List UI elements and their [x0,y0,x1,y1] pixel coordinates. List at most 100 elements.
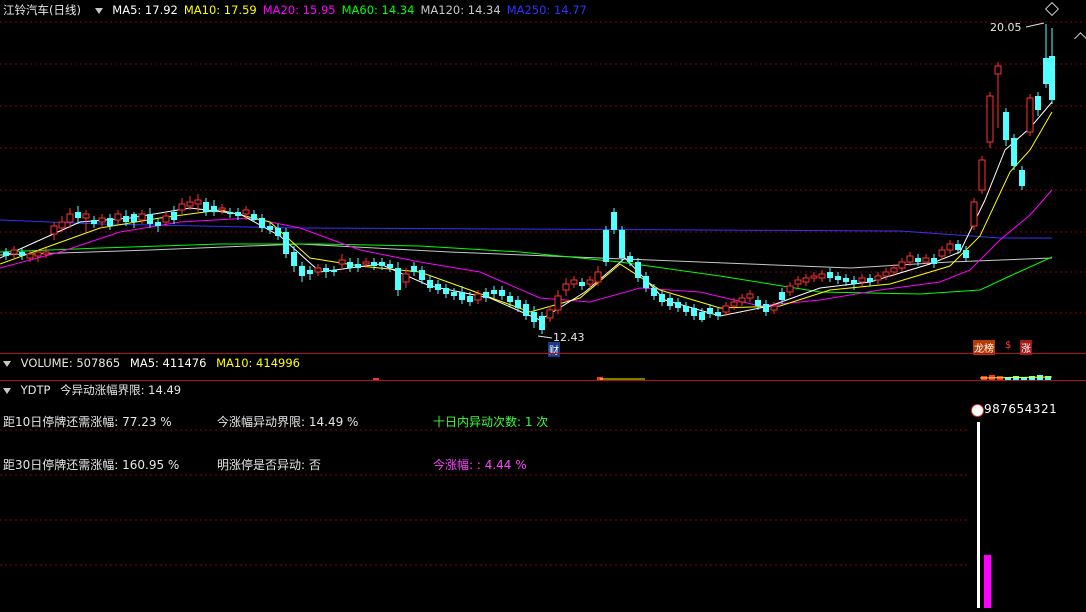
candle-body-down [1043,58,1049,84]
ma-legend-item: MA250: 14.77 [506,3,587,17]
candle-body-down [419,270,425,280]
candle-body-down [323,268,329,272]
dropdown-icon[interactable] [94,7,103,14]
ydtp-row-3: 十日内异动次数: 1 次 [433,415,549,429]
candle-body-up [242,209,250,215]
separator-volume [0,353,1086,354]
candle-body-down [395,268,401,290]
candle-body-down [835,276,841,280]
candle-body-down [147,214,153,224]
candle-body-down [1049,56,1055,100]
candle-body-up [50,225,58,235]
ma-legend-item: MA5: 17.92 [112,3,178,17]
candle-body-up [794,279,802,285]
candle-body-up [730,301,738,307]
candle-body-up [946,243,954,251]
candle-body-up [770,305,778,311]
volume-value: VOLUME: 507865 [20,356,121,370]
candle-body-up [26,253,34,259]
main-chart[interactable] [0,0,1086,612]
candle-body-down [675,302,681,308]
ydtp-header: YDTP 今异动涨幅界限: 14.49 [3,382,187,398]
candle-body-down [499,290,505,296]
candle-body-up [546,309,554,319]
counter-icon [971,404,984,417]
candle-body-up [34,251,42,257]
candle-body-up [114,213,122,221]
candle-body-down [843,278,849,282]
candlesticks [3,22,1055,339]
candle-body-down [507,296,513,302]
candle-body-down [411,266,417,272]
candle-body-up [586,279,594,285]
ma-legend-item: MA10: 17.59 [183,3,257,17]
candle-body-up [362,261,370,265]
candle-body-up [162,215,170,223]
finance-marker[interactable]: 财 [548,342,560,357]
candle-body-down [579,282,585,286]
candle-body-down [619,230,625,258]
candle-body-down [259,218,265,228]
candle-body-down [963,250,969,258]
ma20-line [0,189,1053,307]
candle-body-up [994,65,1002,75]
candle-body-down [3,252,9,256]
candle-body-down [611,212,617,230]
candle-body-down [643,276,649,288]
candle-body-down [699,312,705,320]
candle-body-down [715,312,721,316]
candle-body-down [19,252,25,256]
candle-body-up [818,273,826,279]
candle-body-down [123,216,129,222]
candle-body-up [906,255,914,263]
candle-body-down [755,300,761,306]
candle-body-up [474,293,482,301]
dollar-marker[interactable]: $ [1005,340,1011,351]
candle-body-down [915,258,921,262]
volume-dropdown-icon[interactable] [3,360,11,367]
candle-body-down [659,294,665,302]
main-header: 江铃汽车(日线) MA5: 17.92 MA10: 17.59 MA20: 15.9… [3,2,599,18]
candle-body-up [786,285,794,293]
ydtp-title: YDTP [20,383,51,397]
candle-body-down [955,244,961,250]
ydtp-counter: 987654321 [984,402,1058,416]
candle-body-down [1035,96,1041,110]
ma-legend-item: MA60: 14.34 [341,3,415,17]
candle-body-up [186,201,194,207]
candle-body-down [275,228,281,236]
candle-body-down [371,262,377,266]
candle-body-down [347,262,353,268]
candle-body-up [970,201,978,227]
ydtp-row-2: 今涨幅异动界限: 14.49 % [217,415,359,429]
high-price-label: 20.05 [990,21,1022,34]
candle-body-down [523,304,529,316]
candle-body-down [131,214,137,222]
ma5-line [0,101,1053,321]
candle-body-up [874,275,882,281]
candle-body-down [379,262,385,266]
candle-body-up [802,277,810,283]
volume-ma10: MA10: 414996 [216,356,300,370]
ydtp-subtitle: 今异动涨幅界限: 14.49 [60,383,182,397]
candle-body-down [691,308,697,316]
candle-body-down [75,212,81,218]
candle-body-up [746,293,754,299]
ydtp-magenta-bar [984,555,991,608]
candle-body-up [562,283,570,291]
candle-body-down [627,256,633,262]
candle-body-up [722,305,730,313]
candle-body-down [331,270,337,272]
stock-title[interactable]: 江铃汽车(日线) [3,3,81,17]
candle-body-down [779,292,785,300]
candle-body-down [235,212,241,216]
candle-body-down [491,290,497,294]
candle-body-down [763,304,769,312]
candle-body-up [338,259,346,265]
candle-body-down [1003,112,1009,140]
ma-legend: MA5: 17.92 MA10: 17.59 MA20: 15.95 MA60: 14… [112,3,593,17]
ydtp-dropdown-icon[interactable] [3,387,11,394]
candle-body-up [314,267,322,273]
candle-body-down [251,214,257,220]
candle-body-up [10,249,18,255]
